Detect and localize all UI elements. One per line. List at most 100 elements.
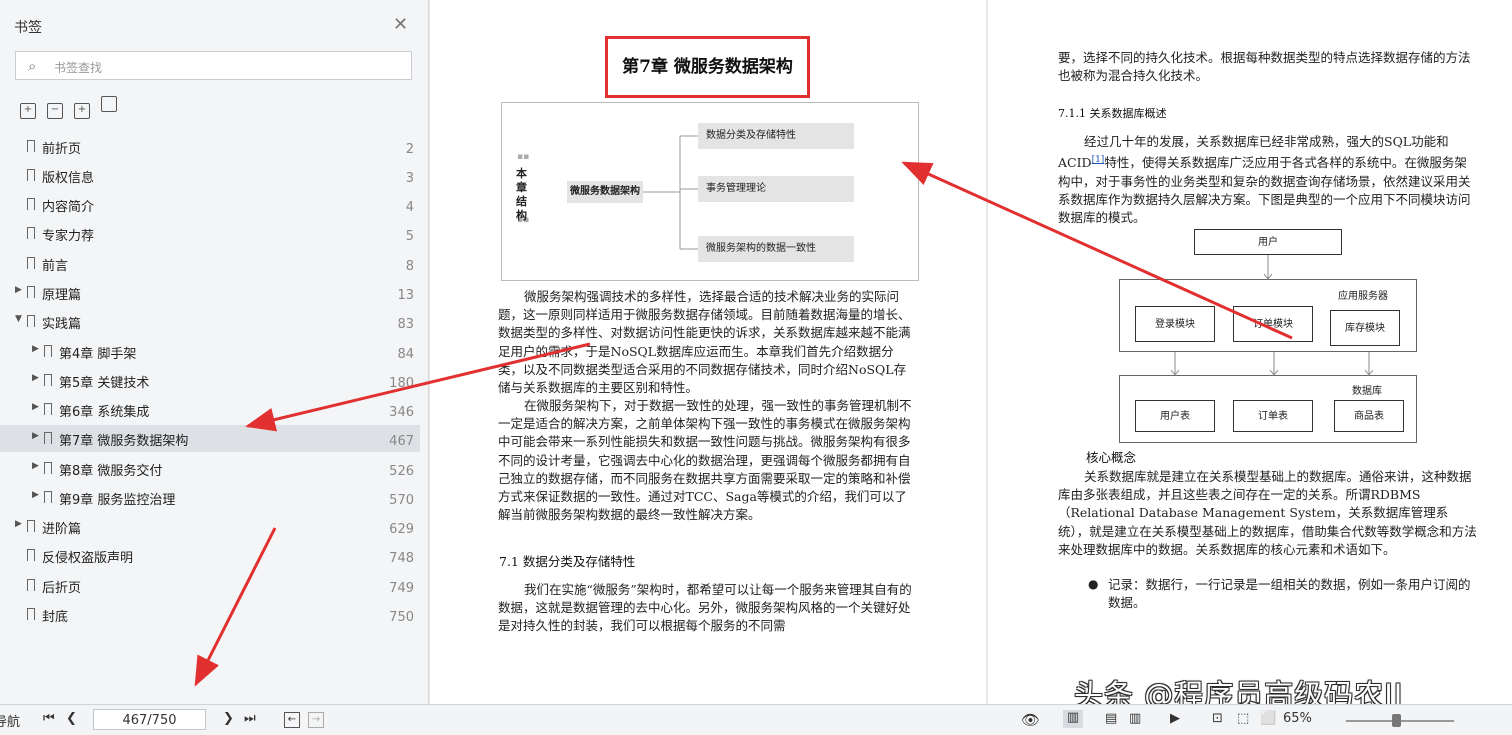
bookmark-search-input[interactable]: ⌕ 书签查找 <box>15 51 412 80</box>
zoom-slider-thumb[interactable] <box>1392 714 1401 727</box>
bookmark-page: 467 <box>389 434 414 449</box>
bookmark-icon <box>44 432 52 444</box>
bookmark-item[interactable]: ▶ 第4章 脚手架 84 <box>0 338 420 365</box>
back-icon[interactable]: ← <box>284 712 300 728</box>
bookmark-label: 前言 <box>42 259 69 274</box>
bookmark-page: 2 <box>405 142 414 157</box>
expand-arrow-icon[interactable]: ▶ <box>32 461 39 471</box>
footnote-link[interactable]: [1] <box>1092 155 1105 165</box>
bookmark-icon <box>27 198 35 210</box>
bookmark-icon <box>27 549 35 561</box>
prev-page-icon[interactable]: ❮ <box>66 711 77 726</box>
expand-arrow-icon[interactable]: ▶ <box>32 344 39 354</box>
bookmark-label: 第4章 脚手架 <box>59 347 137 362</box>
bookmark-icon <box>27 140 35 152</box>
bookmark-label: 第8章 微服务交付 <box>59 464 163 479</box>
bookmark-icon <box>44 345 52 357</box>
bookmark-item[interactable]: 版权信息 3 <box>0 162 420 189</box>
bookmark-item[interactable]: ▶ 第6章 系统集成 346 <box>0 396 420 423</box>
nav-label[interactable]: 导航 <box>0 711 20 730</box>
bookmark-item[interactable]: ▶ 第9章 服务监控治理 570 <box>0 484 420 511</box>
bookmark-label: 原理篇 <box>42 288 82 303</box>
bookmark-item[interactable]: ▼ 实践篇 83 <box>0 308 420 335</box>
bookmark-icon <box>27 520 35 532</box>
bookmark-label: 进阶篇 <box>42 522 82 537</box>
zoom-level[interactable]: 65% <box>1283 711 1312 726</box>
search-placeholder: 书签查找 <box>54 61 103 75</box>
bookmark-page: 748 <box>389 551 414 566</box>
expand-arrow-icon[interactable]: ▶ <box>15 285 22 295</box>
bookmark-item[interactable]: 前言 8 <box>0 250 420 277</box>
continuous-icon[interactable]: ▤ <box>1105 711 1117 726</box>
bookmark-icon <box>44 462 52 474</box>
actual-size-icon[interactable]: ⊡ <box>1212 711 1223 726</box>
first-page-icon[interactable]: ⏮ <box>43 711 55 726</box>
bookmark-icon <box>27 169 35 181</box>
bullet-text: 记录：数据行，一行记录是一组相关的数据，例如一条用户订阅的数据。 <box>1108 577 1471 611</box>
bookmark-label: 第7章 微服务数据架构 <box>59 434 189 449</box>
bookmark-page: 346 <box>389 405 414 420</box>
bookmark-item-selected[interactable]: ▶ 第7章 微服务数据架构 467 <box>0 425 420 452</box>
bookmark-page: 8 <box>405 259 414 274</box>
bookmark-item[interactable]: 专家力荐 5 <box>0 220 420 247</box>
bookmark-page: 83 <box>397 317 414 332</box>
bookmark-icon <box>44 374 52 386</box>
next-page-icon[interactable]: ❯ <box>223 711 234 726</box>
chapter-structure-diagram: ▪▪ ▪▪ 本章结构 微服务数据架构 数据分类及存储特性 事务管理理论 微服务架构… <box>501 102 919 281</box>
bookmark-item[interactable]: ▶ 进阶篇 629 <box>0 513 420 540</box>
arch-table: 订单表 <box>1233 400 1313 432</box>
add-bookmark-icon[interactable]: + <box>74 103 90 119</box>
status-bar: 导航 ⏮ ❮ 467/750 ❯ ⏭ ← → 👁 ▥ ▤ ▥ ▶ ⊡ ⬚ ⬜ 6… <box>0 704 1512 735</box>
collapse-all-icon[interactable]: − <box>47 103 63 119</box>
expand-arrow-icon[interactable]: ▶ <box>32 431 39 441</box>
bookmark-item[interactable]: 前折页 2 <box>0 133 420 160</box>
core-concept-heading: 核心概念 <box>1086 450 1137 465</box>
bookmark-label: 封底 <box>42 610 69 625</box>
bookmark-page: 4 <box>405 200 414 215</box>
page-number-input[interactable]: 467/750 <box>93 709 206 730</box>
forward-icon[interactable]: → <box>308 712 324 728</box>
bookmark-icon <box>27 257 35 269</box>
fit-page-icon[interactable]: ⬚ <box>1237 711 1249 726</box>
paragraph: 微服务架构强调技术的多样性，选择最合适的技术解决业务的实际问题，这一原则同样适用… <box>498 289 911 396</box>
eye-icon[interactable]: 👁 <box>1021 711 1040 729</box>
bookmark-icon <box>44 403 52 415</box>
bookmark-page: 3 <box>405 171 414 186</box>
single-page-icon[interactable]: ▥ <box>1063 710 1083 728</box>
bookmark-page: 526 <box>389 464 414 479</box>
expand-arrow-icon[interactable]: ▶ <box>15 519 22 529</box>
expand-arrow-icon[interactable]: ▶ <box>32 402 39 412</box>
bookmark-icon <box>27 315 35 327</box>
fit-width-icon[interactable]: ⬜ <box>1260 711 1276 726</box>
paragraph: 要，选择不同的持久化技术。根据每种数据类型的特点选择数据存储的方法也被称为混合持… <box>1058 50 1471 84</box>
expand-all-icon[interactable]: + <box>20 103 36 119</box>
last-page-icon[interactable]: ⏭ <box>244 711 256 726</box>
bookmark-page: 749 <box>389 581 414 596</box>
arch-connectors <box>1170 255 1374 376</box>
bookmark-label: 第5章 关键技术 <box>59 376 150 391</box>
arch-table: 商品表 <box>1334 400 1404 432</box>
bookmark-panel: 书签 ✕ ⌕ 书签查找 + − + 前折页 2 版权信息 3 内容简介 4 专家力荐 5 前… <box>0 0 429 704</box>
bookmark-page: 84 <box>397 347 414 362</box>
chapter-title: 第7章 微服务数据架构 <box>605 36 810 98</box>
bookmark-item[interactable]: 反侵权盗版声明 748 <box>0 542 420 569</box>
expand-arrow-icon[interactable]: ▶ <box>32 373 39 383</box>
bookmark-item[interactable]: 封底 750 <box>0 601 420 628</box>
bookmark-label: 第9章 服务监控治理 <box>59 493 176 508</box>
bookmark-item[interactable]: ▶ 原理篇 13 <box>0 279 420 306</box>
bookmark-page: 629 <box>389 522 414 537</box>
bookmark-icon[interactable] <box>101 96 117 112</box>
collapse-arrow-icon[interactable]: ▼ <box>15 314 22 324</box>
expand-arrow-icon[interactable]: ▶ <box>32 490 39 500</box>
play-icon[interactable]: ▶ <box>1170 711 1180 726</box>
bookmark-item[interactable]: 后折页 749 <box>0 572 420 599</box>
bookmark-page: 570 <box>389 493 414 508</box>
paragraph-text: 特性，使得关系数据库广泛应用于各式各样的系统中。在微服务架构中，对于事务性的业务… <box>1058 155 1471 225</box>
arch-table: 用户表 <box>1135 400 1215 432</box>
close-icon[interactable]: ✕ <box>393 14 408 35</box>
bookmark-item[interactable]: ▶ 第8章 微服务交付 526 <box>0 455 420 482</box>
bookmark-item[interactable]: ▶ 第5章 关键技术 180 <box>0 367 420 394</box>
double-page-icon[interactable]: ▥ <box>1129 711 1141 726</box>
bookmark-item[interactable]: 内容简介 4 <box>0 191 420 218</box>
paragraph: 在微服务架构下，对于数据一致性的处理，强一致性的事务管理机制不一定是适合的解决方… <box>498 398 912 523</box>
